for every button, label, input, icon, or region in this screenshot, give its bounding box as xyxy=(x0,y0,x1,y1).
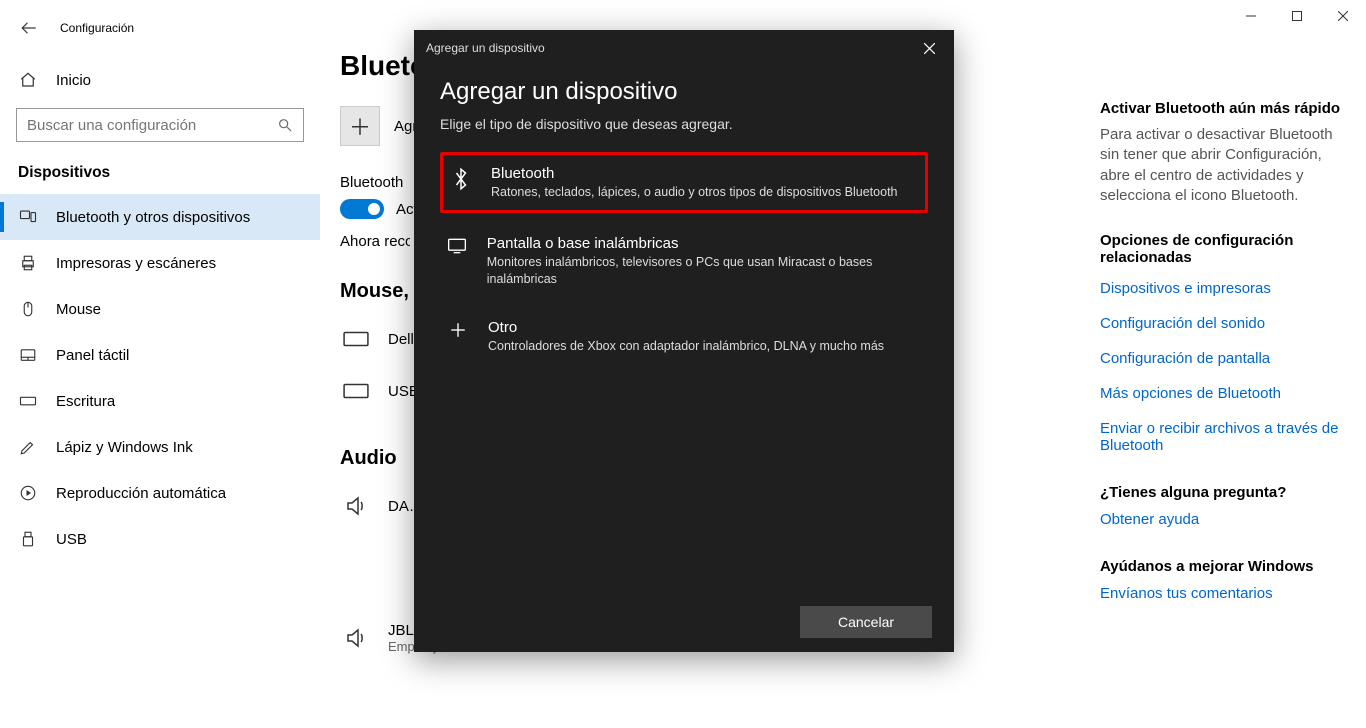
dialog-close-button[interactable] xyxy=(914,34,944,62)
bluetooth-toggle-state: Activado xyxy=(396,201,416,218)
right-panel: Activar Bluetooth aún más rápido Para ac… xyxy=(1100,100,1350,620)
dialog-titlebar: Agregar un dispositivo xyxy=(414,30,954,66)
sidebar-item-touchpad[interactable]: Panel táctil xyxy=(0,332,320,378)
sidebar-item-mouse[interactable]: Mouse xyxy=(0,286,320,332)
sidebar-item-label: Escritura xyxy=(56,393,115,410)
search-input[interactable] xyxy=(27,117,277,134)
sidebar-item-label: Mouse xyxy=(56,301,101,318)
display-icon xyxy=(446,235,469,255)
devices-icon xyxy=(18,208,38,226)
autoplay-icon xyxy=(18,484,38,502)
window-maximize-button[interactable] xyxy=(1274,0,1320,32)
app-title: Configuración xyxy=(60,21,134,35)
add-device-dialog: Agregar un dispositivo Agregar un dispos… xyxy=(414,30,954,652)
sidebar-item-bluetooth[interactable]: Bluetooth y otros dispositivos xyxy=(0,194,320,240)
dialog-titlebar-text: Agregar un dispositivo xyxy=(426,41,545,55)
right-paragraph: Para activar o desactivar Bluetooth sin … xyxy=(1100,125,1350,206)
right-heading-question: ¿Tienes alguna pregunta? xyxy=(1100,484,1350,501)
search-icon xyxy=(277,117,293,133)
plus-icon xyxy=(446,319,470,339)
sidebar-item-usb[interactable]: USB xyxy=(0,516,320,562)
sidebar-item-label: USB xyxy=(56,531,87,548)
sidebar-item-autoplay[interactable]: Reproducción automática xyxy=(0,470,320,516)
sidebar-item-label: Panel táctil xyxy=(56,347,129,364)
right-heading-feedback: Ayúdanos a mejorar Windows xyxy=(1100,558,1350,575)
usb-icon xyxy=(18,530,38,548)
link-get-help[interactable]: Obtener ayuda xyxy=(1100,511,1350,528)
sidebar-section-title: Dispositivos xyxy=(18,164,320,182)
settings-search[interactable] xyxy=(16,108,304,142)
sidebar-item-printers[interactable]: Impresoras y escáneres xyxy=(0,240,320,286)
sidebar-item-typing[interactable]: Escritura xyxy=(0,378,320,424)
back-button[interactable] xyxy=(18,17,40,39)
sidebar-item-label: Reproducción automática xyxy=(56,485,226,502)
link-send-receive-bluetooth[interactable]: Enviar o recibir archivos a través de Bl… xyxy=(1100,420,1350,454)
right-heading: Activar Bluetooth aún más rápido xyxy=(1100,100,1350,117)
dialog-option-wireless-display[interactable]: Pantalla o base inalámbricas Monitores i… xyxy=(440,225,928,297)
bluetooth-toggle[interactable] xyxy=(340,199,384,219)
group-mouse-heading: Mouse, teclado y lápiz xyxy=(340,280,420,303)
window-minimize-button[interactable] xyxy=(1228,0,1274,32)
bluetooth-label: Bluetooth xyxy=(340,174,410,191)
link-display-settings[interactable]: Configuración de pantalla xyxy=(1100,350,1350,367)
speaker-icon xyxy=(340,494,372,518)
home-icon xyxy=(18,71,38,89)
sidebar-item-label: Bluetooth y otros dispositivos xyxy=(56,209,250,226)
dialog-cancel-button[interactable]: Cancelar xyxy=(800,606,932,638)
window-close-button[interactable] xyxy=(1320,0,1366,32)
sidebar-home-label: Inicio xyxy=(56,72,91,89)
discoverable-text: Ahora reconocible como … xyxy=(340,233,410,250)
sidebar-item-label: Lápiz y Windows Ink xyxy=(56,439,193,456)
option-name: Pantalla o base inalámbricas xyxy=(487,235,922,252)
link-devices-printers[interactable]: Dispositivos e impresoras xyxy=(1100,280,1350,297)
sidebar-item-label: Impresoras y escáneres xyxy=(56,255,216,272)
option-name: Otro xyxy=(488,319,884,336)
option-name: Bluetooth xyxy=(491,165,898,182)
link-send-feedback[interactable]: Envíanos tus comentarios xyxy=(1100,585,1350,602)
option-description: Controladores de Xbox con adaptador inal… xyxy=(488,338,884,354)
link-more-bluetooth[interactable]: Más opciones de Bluetooth xyxy=(1100,385,1350,402)
dialog-subtitle: Elige el tipo de dispositivo que deseas … xyxy=(440,116,928,132)
option-description: Ratones, teclados, lápices, o audio y ot… xyxy=(491,184,898,200)
mouse-icon xyxy=(18,300,38,318)
keyboard-icon xyxy=(18,392,38,410)
printer-icon xyxy=(18,254,38,272)
window-chrome xyxy=(1228,0,1366,32)
option-description: Monitores inalámbricos, televisores o PC… xyxy=(487,254,922,287)
speaker-icon xyxy=(340,626,372,650)
keyboard-icon xyxy=(340,329,372,349)
dialog-option-bluetooth[interactable]: Bluetooth Ratones, teclados, lápices, o … xyxy=(440,152,928,213)
sidebar-home[interactable]: Inicio xyxy=(0,60,320,100)
dialog-option-other[interactable]: Otro Controladores de Xbox con adaptador… xyxy=(440,309,928,364)
bluetooth-icon xyxy=(449,165,473,191)
settings-sidebar: Configuración Inicio Dispositivos Blueto… xyxy=(0,0,320,728)
link-sound-settings[interactable]: Configuración del sonido xyxy=(1100,315,1350,332)
touchpad-icon xyxy=(18,346,38,364)
keyboard-icon xyxy=(340,381,372,401)
right-heading-related: Opciones de configuración relacionadas xyxy=(1100,232,1350,266)
pen-icon xyxy=(18,438,38,456)
dialog-heading: Agregar un dispositivo xyxy=(440,78,928,106)
sidebar-item-pen[interactable]: Lápiz y Windows Ink xyxy=(0,424,320,470)
add-device-plus-icon: ＋ xyxy=(340,106,380,146)
